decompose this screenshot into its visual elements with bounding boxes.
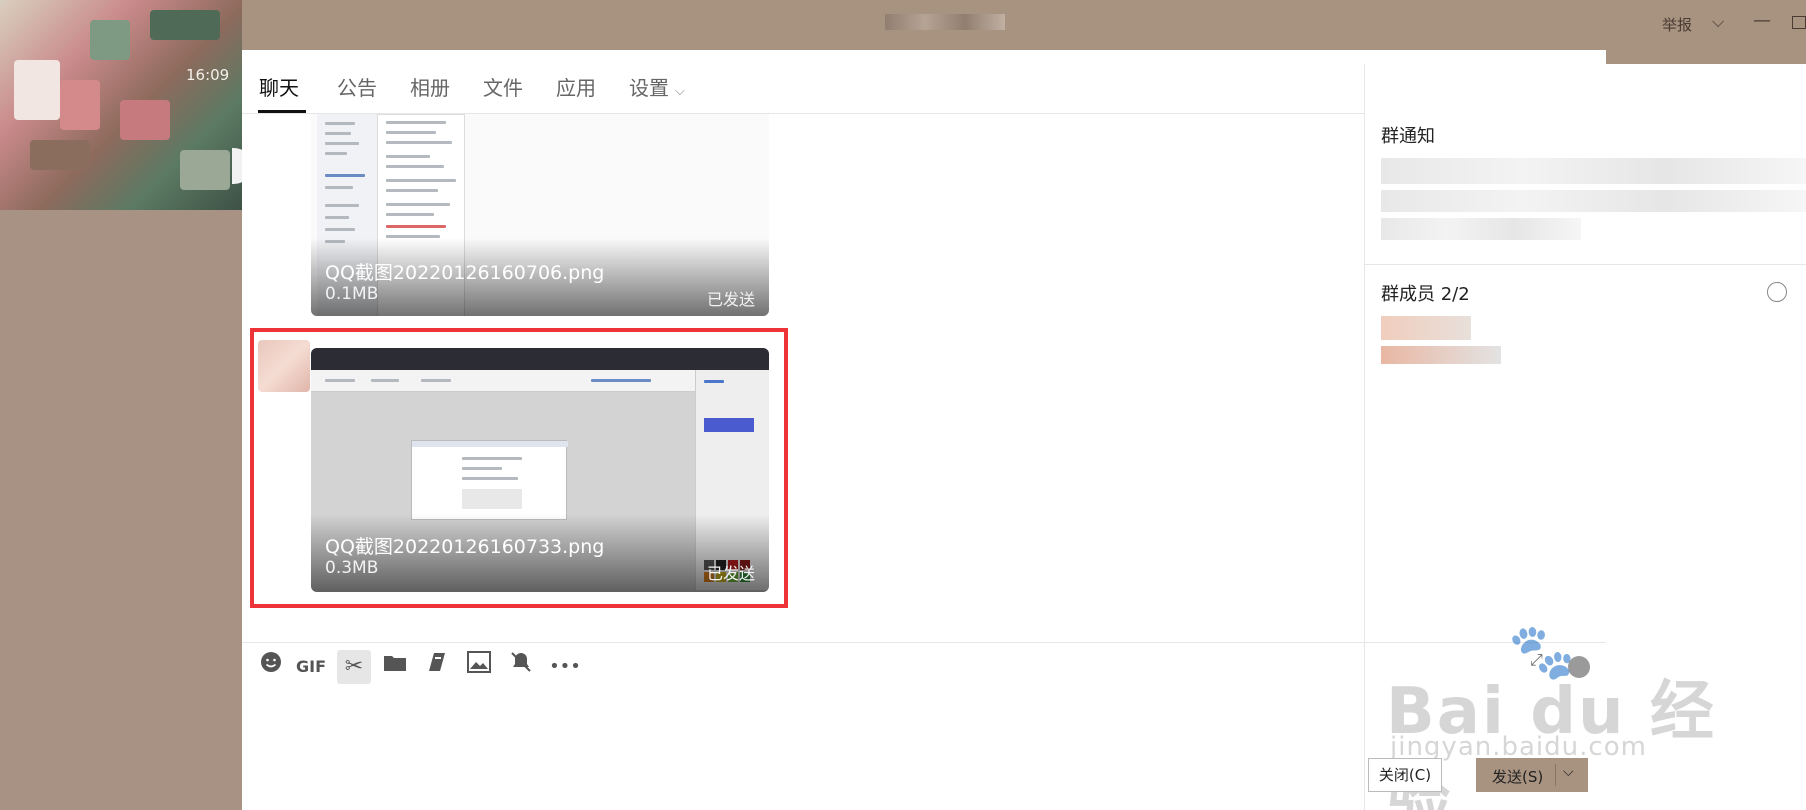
chevron-down-icon: ⌵	[675, 84, 685, 99]
more-icon[interactable]: •••	[548, 650, 582, 684]
chevron-down-icon[interactable]: ⌵	[1712, 12, 1724, 32]
member-item-blurred[interactable]	[1381, 316, 1471, 340]
clock-time: 16:09	[186, 66, 230, 84]
window-title-blurred	[885, 14, 1005, 30]
send-button-label: 发送(S)	[1492, 768, 1544, 786]
image-message-1[interactable]: QQ截图20220126160706.png 0.1MB 已发送	[311, 114, 769, 316]
file-name: QQ截图20220126160706.png	[325, 262, 605, 284]
tab-files[interactable]: 文件	[483, 72, 523, 101]
highlight-annotation-box	[250, 328, 788, 608]
tab-announcement[interactable]: 公告	[337, 72, 377, 101]
tab-album[interactable]: 相册	[410, 72, 450, 101]
tab-chat[interactable]: 聊天	[259, 72, 299, 101]
image-icon[interactable]	[462, 650, 496, 684]
divider	[1555, 764, 1556, 786]
status-sent: 已发送	[706, 290, 755, 309]
emoji-icon[interactable]	[254, 650, 288, 684]
document-icon[interactable]	[420, 650, 454, 684]
notice-content-blurred	[1381, 158, 1806, 184]
minimize-icon[interactable]: —	[1753, 10, 1771, 31]
bell-off-icon[interactable]	[504, 650, 538, 684]
tab-settings-label: 设置	[629, 76, 669, 100]
member-item-blurred[interactable]	[1381, 346, 1501, 364]
gif-icon[interactable]: GIF	[294, 650, 328, 684]
divider	[1365, 264, 1806, 265]
file-size: 0.1MB	[325, 284, 379, 304]
group-members-title[interactable]: 群成员 2/2	[1381, 280, 1470, 306]
close-button[interactable]: 关闭(C)	[1368, 758, 1442, 792]
member-search-icon[interactable]	[1767, 282, 1787, 302]
notice-content-blurred	[1381, 190, 1806, 212]
maximize-icon[interactable]	[1792, 16, 1806, 29]
group-notice-title[interactable]: 群通知	[1381, 122, 1435, 148]
title-bar	[242, 0, 1806, 50]
send-button[interactable]: 发送(S) ⌵	[1476, 758, 1588, 792]
left-sidebar: 16:09	[0, 0, 252, 810]
report-link[interactable]: 举报	[1662, 14, 1692, 35]
chevron-down-icon[interactable]: ⌵	[1563, 764, 1574, 780]
active-tab-indicator	[258, 110, 306, 113]
watermark: 🐾 Bai du 经验 jingyan.baidu.com	[1386, 620, 1726, 810]
folder-icon[interactable]	[378, 650, 412, 684]
notice-content-blurred	[1381, 218, 1581, 240]
tab-apps[interactable]: 应用	[556, 72, 596, 101]
wallpaper-art	[0, 0, 242, 210]
scissors-icon[interactable]: ✂	[337, 650, 371, 684]
tab-settings[interactable]: 设置 ⌵	[629, 72, 685, 101]
